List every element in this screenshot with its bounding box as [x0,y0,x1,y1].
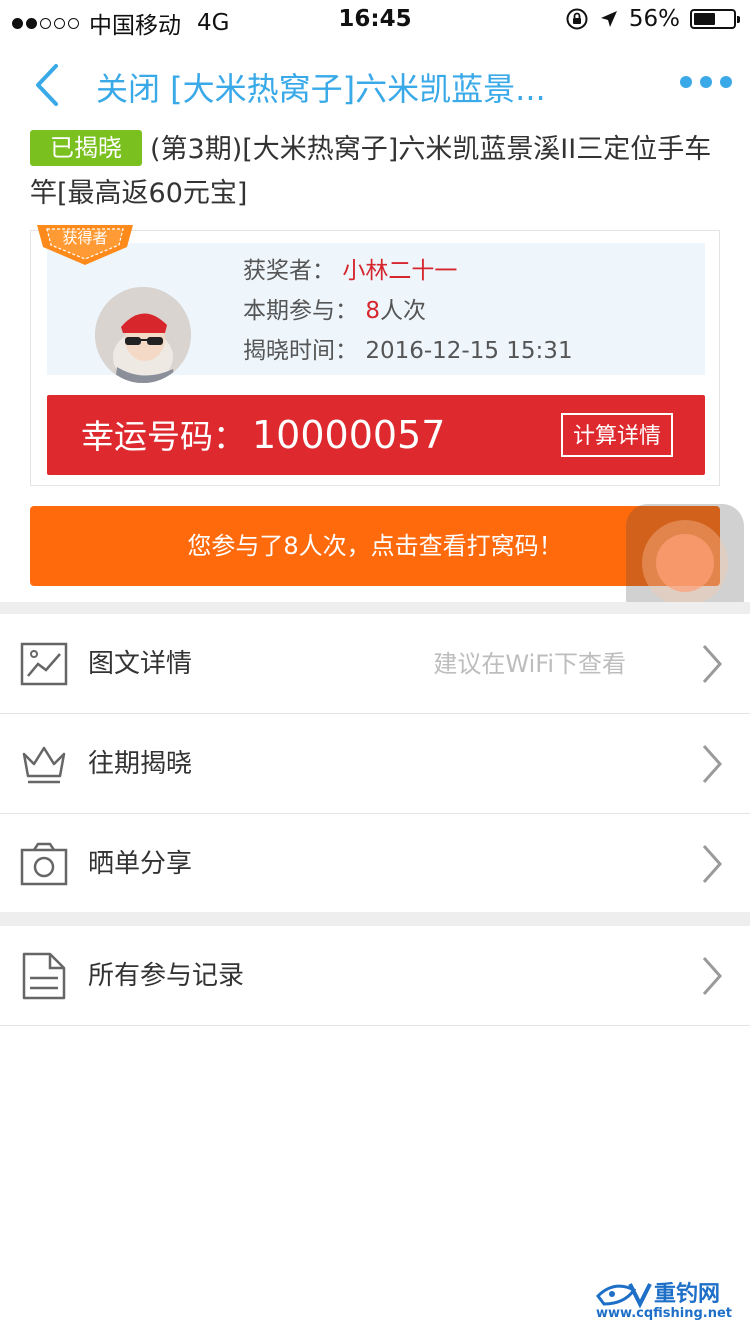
more-options-icon[interactable] [680,76,732,88]
winner-ribbon-badge: 获得者 [37,225,133,265]
reveal-time-row: 揭晓时间： 2016-12-15 15:31 [243,331,573,371]
section-divider [0,912,750,926]
menu-label: 所有参与记录 [88,961,245,991]
ribbon-label: 获得者 [62,229,107,247]
document-icon [22,952,66,1000]
chevron-right-icon [702,745,723,783]
menu-item-share-orders[interactable]: 晒单分享 [0,814,750,914]
view-participation-codes-button[interactable]: 您参与了8人次，点击查看打窝码！ [30,506,720,586]
chevron-right-icon [702,645,723,683]
crown-icon [22,746,66,784]
chevron-right-icon [702,845,723,883]
avatar-image [95,287,191,383]
back-chevron-icon[interactable] [28,62,68,108]
participation-row: 本期参与： 8人次 [243,291,573,331]
image-icon [20,642,68,686]
winner-row: 获奖者： 小林二十一 [243,251,573,291]
menu-item-graphic-details[interactable]: 图文详情 建议在WiFi下查看 [0,614,750,714]
camera-icon [20,842,68,886]
winner-card: 获奖者： 小林二十一 本期参与： 8人次 揭晓时间： 2016-12-15 15… [30,225,720,486]
lucky-number-text: 幸运号码： 10000057 [81,409,445,463]
menu-hint: 建议在WiFi下查看 [433,650,626,678]
product-title-block: 已揭晓 (第3期)[大米热窝子]六米凯蓝景溪II三定位手车竿[最高返60元宝] [30,128,720,216]
winner-info-lines: 获奖者： 小林二十一 本期参与： 8人次 揭晓时间： 2016-12-15 15… [243,251,573,371]
lucky-number-bar: 幸运号码： 10000057 计算详情 [47,395,705,475]
menu-label: 往期揭晓 [88,749,193,779]
menu-label: 图文详情 [88,649,193,679]
reveal-time-label: 揭晓时间： [243,338,358,364]
location-arrow-icon [600,11,617,27]
menu-item-past-results[interactable]: 往期揭晓 [0,714,750,814]
menu-item-all-participation-records[interactable]: 所有参与记录 [0,926,750,1026]
status-bar: 中国移动 4G 16:45 56% [0,0,750,40]
lucky-number-value: 10000057 [252,413,446,457]
site-watermark: 重钓网 www.cqfishing.net [594,1276,744,1328]
winner-label: 获奖者： [243,258,335,284]
lucky-number-label: 幸运号码： [81,417,246,456]
watermark-name: 重钓网 [654,1282,721,1307]
participation-label: 本期参与： [243,298,358,324]
page-title[interactable]: 关闭 [大米热窝子]六米凯蓝景... [96,64,546,110]
watermark-url: www.cqfishing.net [596,1306,733,1321]
menu-label: 晒单分享 [88,849,193,879]
section-divider [0,602,750,614]
navigation-bar: 关闭 [大米热窝子]六米凯蓝景... [0,44,750,128]
reveal-time-value: 2016-12-15 15:31 [365,338,573,364]
winner-name[interactable]: 小林二十一 [342,258,457,284]
winner-avatar[interactable] [95,287,191,383]
chevron-right-icon [702,957,723,995]
status-badge: 已揭晓 [30,130,142,166]
rotation-lock-icon [566,8,588,30]
battery-icon [690,9,740,29]
participation-count: 8 [365,298,380,324]
battery-percent: 56% [628,6,680,32]
participation-unit: 人次 [379,298,426,324]
calculation-details-button[interactable]: 计算详情 [560,413,673,457]
winner-info-panel: 获奖者： 小林二十一 本期参与： 8人次 揭晓时间： 2016-12-15 15… [47,243,705,383]
status-right: 56% [565,6,740,32]
